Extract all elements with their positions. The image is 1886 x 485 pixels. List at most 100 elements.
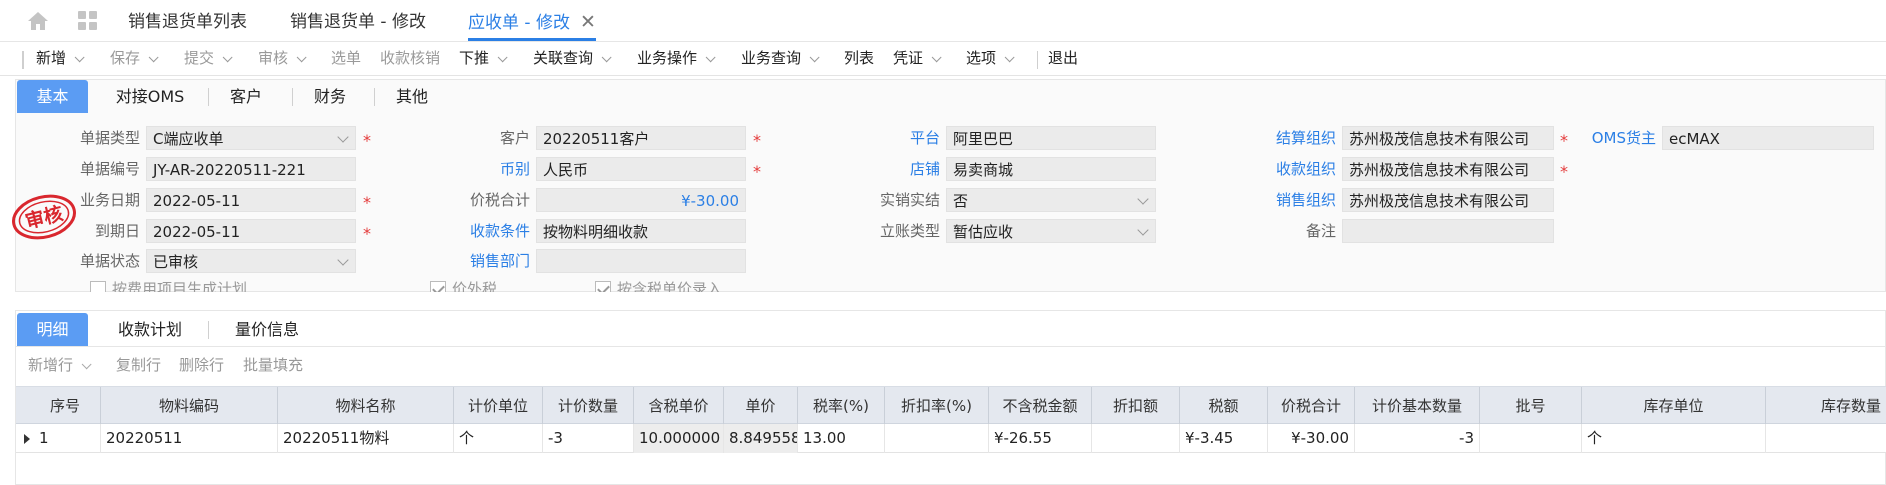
shop-field[interactable]: 易卖商城 xyxy=(946,157,1156,181)
tab-customer[interactable]: 客户 xyxy=(216,80,276,113)
column-header[interactable]: 计价数量 xyxy=(543,387,634,425)
tab-detail[interactable]: 明细 xyxy=(17,313,88,346)
save-button[interactable]: 保存 xyxy=(110,42,159,76)
cell-material-code[interactable]: 20220511 xyxy=(101,424,278,453)
push-down-button[interactable]: 下推 xyxy=(459,42,508,76)
business-query-button[interactable]: 业务查询 xyxy=(741,42,820,76)
cell-amount-ex-tax[interactable]: ¥-26.55 xyxy=(989,424,1092,453)
platform-field[interactable]: 阿里巴巴 xyxy=(946,126,1156,150)
pay-terms-field[interactable]: 按物料明细收款 xyxy=(536,219,746,243)
business-ops-button[interactable]: 业务操作 xyxy=(637,42,716,76)
checkbox-tax-inclusive[interactable]: 按含税单价录入 xyxy=(595,278,722,292)
add-row-button[interactable]: 新增行 xyxy=(28,347,92,383)
cell-discount-rate[interactable] xyxy=(885,424,989,453)
select-doc-button[interactable]: 选单 xyxy=(331,42,361,76)
cell-lot-no[interactable] xyxy=(1480,424,1582,453)
tab-basic[interactable]: 基本 xyxy=(17,80,88,113)
column-header[interactable]: 序号 xyxy=(16,387,101,425)
new-button[interactable]: 新增 xyxy=(36,42,85,76)
tab-sales-return-list[interactable]: 销售退货单列表 xyxy=(128,0,247,42)
oms-owner-label[interactable]: OMS货主 xyxy=(1574,127,1656,149)
cell-price-qty[interactable]: -3 xyxy=(543,424,634,453)
column-header[interactable]: 价税合计 xyxy=(1268,387,1355,425)
total-field[interactable]: ¥-30.00 xyxy=(536,188,746,212)
due-date-field[interactable]: 2022-05-11 xyxy=(146,219,356,243)
column-header[interactable]: 计价单位 xyxy=(454,387,543,425)
column-header[interactable]: 单价 xyxy=(724,387,798,425)
column-header[interactable]: 库存数量 xyxy=(1766,387,1886,425)
column-header[interactable]: 物料编码 xyxy=(101,387,278,425)
platform-label[interactable]: 平台 xyxy=(840,127,940,149)
audit-button[interactable]: 审核 xyxy=(258,42,307,76)
receive-verify-button[interactable]: 收款核销 xyxy=(380,42,440,76)
checkbox[interactable] xyxy=(430,281,446,292)
currency-field[interactable]: 人民币 xyxy=(536,157,746,181)
tab-other[interactable]: 其他 xyxy=(382,80,442,113)
close-icon[interactable]: ✕ xyxy=(580,0,596,44)
checkbox-fee-plan[interactable]: 按费用项目生成计划 xyxy=(90,278,247,292)
account-type-select[interactable]: 暂估应收 xyxy=(946,219,1156,243)
doc-type-select[interactable]: C端应收单 xyxy=(146,126,356,150)
column-header[interactable]: 物料名称 xyxy=(278,387,454,425)
cell-seq[interactable]: 1 xyxy=(34,424,101,453)
column-header[interactable]: 折扣率(%) xyxy=(885,387,989,425)
apps-icon[interactable] xyxy=(76,10,100,32)
sales-org-label[interactable]: 销售组织 xyxy=(1236,189,1336,211)
tab-oms[interactable]: 对接OMS xyxy=(100,80,200,113)
cell-stock-qty[interactable] xyxy=(1766,424,1886,453)
biz-date-field[interactable]: 2022-05-11 xyxy=(146,188,356,212)
batch-fill-button[interactable]: 批量填充 xyxy=(243,347,303,383)
pay-terms-label[interactable]: 收款条件 xyxy=(430,220,530,242)
table-row[interactable]: 1 20220511 20220511物料 个 -3 10.000000 8.8… xyxy=(16,424,1886,453)
oms-owner-field[interactable]: ecMAX xyxy=(1662,126,1874,150)
voucher-button[interactable]: 凭证 xyxy=(893,42,942,76)
list-button[interactable]: 列表 xyxy=(844,42,874,76)
cell-unit-price[interactable]: 8.849558 xyxy=(724,424,798,453)
home-icon[interactable] xyxy=(26,10,50,32)
copy-row-button[interactable]: 复制行 xyxy=(116,347,161,383)
cell-discount-amount[interactable] xyxy=(1092,424,1180,453)
actual-sale-select[interactable]: 否 xyxy=(946,188,1156,212)
column-header[interactable]: 批号 xyxy=(1480,387,1582,425)
submit-button[interactable]: 提交 xyxy=(184,42,233,76)
cell-tax-price[interactable]: 10.000000 xyxy=(634,424,724,453)
tab-payment-plan[interactable]: 收款计划 xyxy=(100,313,200,346)
cell-stock-unit[interactable]: 个 xyxy=(1582,424,1766,453)
checkbox-extra-tax[interactable]: 价外税 xyxy=(430,278,497,292)
exit-button[interactable]: 退出 xyxy=(1048,42,1078,76)
doc-status-select[interactable]: 已审核 xyxy=(146,249,356,273)
delete-row-button[interactable]: 删除行 xyxy=(179,347,224,383)
column-header[interactable]: 含税单价 xyxy=(634,387,724,425)
checkbox[interactable] xyxy=(595,281,611,292)
settle-org-label[interactable]: 结算组织 xyxy=(1236,127,1336,149)
tab-volume-price[interactable]: 量价信息 xyxy=(222,313,312,346)
column-header[interactable]: 税率(%) xyxy=(798,387,885,425)
options-button[interactable]: 选项 xyxy=(966,42,1015,76)
cell-price-unit[interactable]: 个 xyxy=(454,424,543,453)
tab-finance[interactable]: 财务 xyxy=(300,80,360,113)
tab-sales-return-edit[interactable]: 销售退货单 - 修改 xyxy=(290,0,426,42)
doc-no-field[interactable]: JY-AR-20220511-221 xyxy=(146,157,356,181)
recv-org-label[interactable]: 收款组织 xyxy=(1236,158,1336,180)
cell-tax-rate[interactable]: 13.00 xyxy=(798,424,885,453)
cell-tax-amount[interactable]: ¥-3.45 xyxy=(1180,424,1268,453)
settle-org-field[interactable]: 苏州极茂信息技术有限公司 xyxy=(1342,126,1554,150)
column-header[interactable]: 不含税金额 xyxy=(989,387,1092,425)
shop-label[interactable]: 店铺 xyxy=(840,158,940,180)
sales-org-field[interactable]: 苏州极茂信息技术有限公司 xyxy=(1342,188,1554,212)
column-header[interactable]: 计价基本数量 xyxy=(1355,387,1480,425)
related-query-button[interactable]: 关联查询 xyxy=(533,42,612,76)
recv-org-field[interactable]: 苏州极茂信息技术有限公司 xyxy=(1342,157,1554,181)
cell-base-qty[interactable]: -3 xyxy=(1355,424,1480,453)
tab-receivable-edit[interactable]: 应收单 - 修改 ✕ xyxy=(468,0,596,41)
column-header[interactable]: 税额 xyxy=(1180,387,1268,425)
customer-field[interactable]: 20220511客户 xyxy=(536,126,746,150)
checkbox[interactable] xyxy=(90,281,106,292)
currency-label[interactable]: 币别 xyxy=(430,158,530,180)
sales-dept-field[interactable] xyxy=(536,249,746,273)
column-header[interactable]: 库存单位 xyxy=(1582,387,1766,425)
cell-material-name[interactable]: 20220511物料 xyxy=(278,424,454,453)
column-header[interactable]: 折扣额 xyxy=(1092,387,1180,425)
sales-dept-label[interactable]: 销售部门 xyxy=(430,250,530,272)
remark-field[interactable] xyxy=(1342,219,1554,243)
